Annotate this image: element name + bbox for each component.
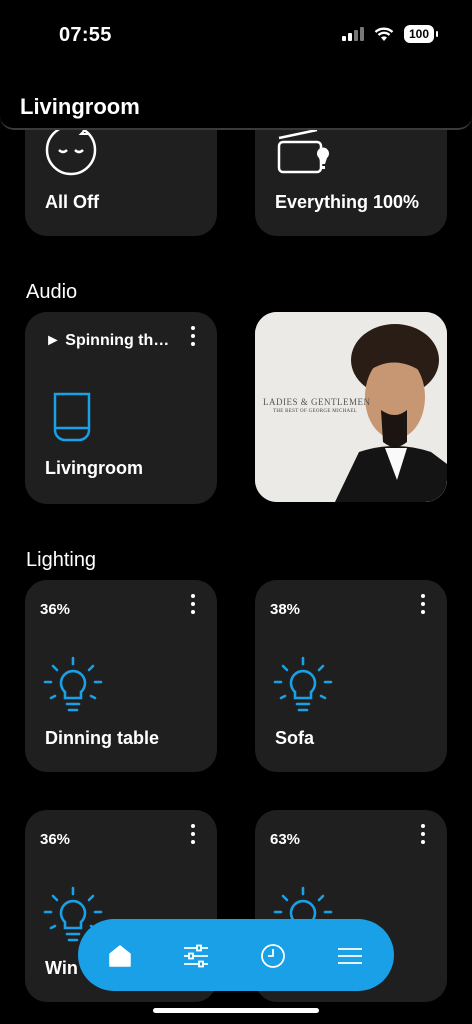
sliders-icon	[184, 944, 208, 968]
brightness-level: 38%	[270, 601, 301, 618]
clock-icon	[261, 944, 285, 968]
more-options-icon[interactable]	[189, 824, 197, 846]
more-options-icon[interactable]	[419, 594, 427, 616]
light-card-dinning-table[interactable]: 36% Dinning table	[25, 580, 217, 772]
album-subtitle: THE BEST OF GEORGE MICHAEL	[273, 409, 358, 414]
bulb-icon	[43, 656, 103, 712]
audio-card-livingroom[interactable]: ► Spinning th… Livingroom	[25, 312, 217, 504]
status-bar: 07:55 100	[0, 0, 472, 70]
bottom-tab-bar	[78, 919, 394, 991]
section-title-audio: Audio	[26, 281, 78, 303]
light-scene-icon	[277, 128, 329, 174]
light-label: Sofa	[275, 728, 315, 748]
home-indicator[interactable]	[153, 1008, 319, 1013]
battery-indicator: 100	[403, 25, 439, 43]
brightness-level: 36%	[40, 601, 71, 618]
scene-label: All Off	[45, 192, 99, 212]
wifi-icon	[374, 27, 394, 41]
brightness-level: 63%	[270, 831, 301, 848]
album-title: LADIES & GENTLEMEN	[263, 397, 371, 407]
tab-controls[interactable]	[176, 936, 216, 976]
bulb-icon	[273, 656, 333, 712]
room-header: Livingroom	[0, 72, 472, 130]
light-label: Win	[45, 958, 78, 978]
scene-label: Everything 100%	[275, 192, 420, 212]
album-art[interactable]: LADIES & GENTLEMEN THE BEST OF GEORGE MI…	[255, 312, 447, 502]
status-icons: 100	[341, 25, 439, 43]
menu-icon	[338, 948, 362, 964]
speaker-icon	[53, 392, 91, 442]
tab-schedule[interactable]	[253, 936, 293, 976]
tab-home[interactable]	[100, 936, 140, 976]
more-options-icon[interactable]	[189, 326, 197, 348]
home-icon	[109, 945, 131, 967]
tab-menu[interactable]	[330, 936, 370, 976]
page-title: Livingroom	[20, 94, 140, 119]
light-label: Dinning table	[45, 728, 159, 748]
brightness-level: 36%	[40, 831, 71, 848]
cellular-signal-icon	[341, 27, 364, 41]
more-options-icon[interactable]	[419, 824, 427, 846]
now-playing-text: ► Spinning th…	[45, 332, 170, 349]
more-options-icon[interactable]	[189, 594, 197, 616]
album-portrait	[255, 312, 447, 502]
light-card-sofa[interactable]: 38% Sofa	[255, 580, 447, 772]
device-label: Livingroom	[45, 458, 143, 478]
status-time: 07:55	[59, 24, 112, 46]
section-title-lighting: Lighting	[26, 549, 97, 571]
